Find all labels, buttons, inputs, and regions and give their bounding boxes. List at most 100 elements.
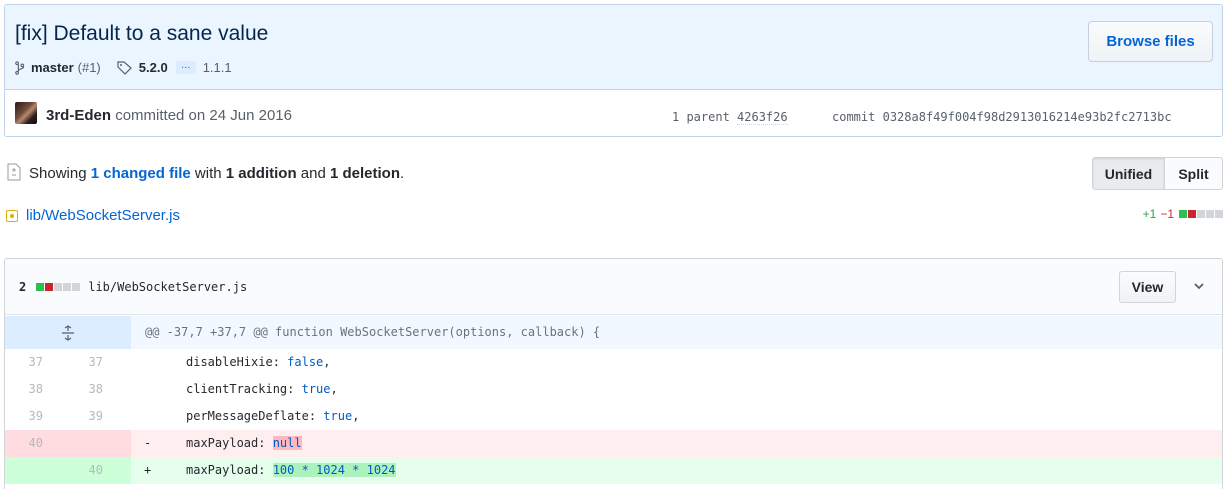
unified-view-button[interactable]: Unified xyxy=(1092,157,1165,190)
expand-icon xyxy=(62,324,74,341)
old-line-number[interactable]: 40 xyxy=(5,430,47,457)
split-view-button[interactable]: Split xyxy=(1165,157,1223,190)
parent-info: 1 parent 4263f26 xyxy=(672,110,788,125)
branch-icon xyxy=(15,60,25,75)
diff-sign: - xyxy=(144,436,152,450)
author-name[interactable]: 3rd-Eden xyxy=(46,107,111,124)
parent-sha-link[interactable]: 4263f26 xyxy=(737,110,788,125)
view-file-button[interactable]: View xyxy=(1119,271,1176,303)
line-numbers: 40 xyxy=(5,430,131,457)
new-line-number[interactable]: 39 xyxy=(47,403,107,430)
old-line-number[interactable]: 38 xyxy=(5,376,47,403)
diffstat-block-neutral xyxy=(1206,210,1214,218)
summary-and: and xyxy=(300,165,326,182)
expand-lines-button[interactable] xyxy=(5,316,131,349)
new-line-number[interactable]: 40 xyxy=(47,457,107,484)
code-value: null xyxy=(272,436,302,450)
deleted-line: 40 - maxPayload: null xyxy=(5,430,1222,457)
code-line: maxPayload: 100 * 1024 * 1024 xyxy=(169,457,1222,484)
commit-date: committed on 24 Jun 2016 xyxy=(115,107,292,124)
commit-label: commit xyxy=(832,110,876,124)
diffstat-block-neutral xyxy=(54,283,63,291)
code-key: maxPayload: xyxy=(186,436,273,450)
code-punctuation: , xyxy=(323,355,331,369)
additions-count: 1 addition xyxy=(225,165,297,182)
diff-sign xyxy=(131,376,169,403)
code-key: maxPayload: xyxy=(186,463,273,477)
diffstat-block-neutral xyxy=(63,283,72,291)
code-punctuation: , xyxy=(352,409,360,423)
file-toc-item: lib/WebSocketServer.js +1 −1 xyxy=(4,205,1223,227)
code-value: false xyxy=(287,355,324,369)
new-line-number[interactable]: 38 xyxy=(47,376,107,403)
line-numbers: 39 39 xyxy=(5,403,131,430)
diff-sign: + xyxy=(144,463,152,477)
diffstat-block-deleted xyxy=(1188,210,1196,218)
branch-name[interactable]: master xyxy=(31,60,74,75)
diffstat-blocks xyxy=(1178,210,1223,218)
diff-view-toggle: Unified Split xyxy=(1092,157,1223,190)
diff-sign xyxy=(131,403,169,430)
code-line: maxPayload: null xyxy=(169,430,1222,457)
diffstat-block-added xyxy=(36,283,45,291)
old-line-number[interactable]: 39 xyxy=(5,403,47,430)
toc-diffstat: +1 −1 xyxy=(1143,207,1223,221)
added-line: 40 + maxPayload: 100 * 1024 * 1024 xyxy=(5,457,1222,484)
context-line: 38 38 clientTracking: true, xyxy=(5,376,1222,403)
line-numbers: 40 xyxy=(5,457,131,484)
file-path[interactable]: lib/WebSocketServer.js xyxy=(88,280,247,294)
tag-latest[interactable]: 5.2.0 xyxy=(139,60,168,75)
pull-request-link[interactable]: (#1) xyxy=(78,60,101,75)
avatar[interactable] xyxy=(15,102,37,124)
code-key: perMessageDeflate: xyxy=(186,409,324,423)
parent-label: 1 parent xyxy=(672,110,730,124)
file-header: 2 lib/WebSocketServer.js View xyxy=(5,259,1222,315)
new-line-number[interactable]: 37 xyxy=(47,349,107,376)
commit-sha: commit 0328a8f49f004f98d2913016214e93b2f… xyxy=(832,110,1172,124)
diff-summary: Showing 1 changed file with 1 addition a… xyxy=(29,165,404,182)
changed-files-link[interactable]: 1 changed file xyxy=(91,165,191,182)
hunk-header: @@ -37,7 +37,7 @@ function WebSocketServ… xyxy=(145,325,601,339)
diff-sign xyxy=(131,349,169,376)
commit-header: [fix] Default to a sane value master (#1… xyxy=(4,4,1223,137)
file-diff-icon xyxy=(7,163,21,181)
tag-oldest[interactable]: 1.1.1 xyxy=(203,60,232,75)
diffstat-block-neutral xyxy=(1215,210,1223,218)
context-line: 39 39 perMessageDeflate: true, xyxy=(5,403,1222,430)
diffstat-block-deleted xyxy=(45,283,54,291)
expand-tags-button[interactable]: … xyxy=(175,61,196,74)
deletions-count: 1 deletion xyxy=(330,165,401,182)
tag-icon xyxy=(117,60,132,75)
summary-with: with xyxy=(194,165,222,182)
line-numbers: 38 38 xyxy=(5,376,131,403)
toc-file-link[interactable]: lib/WebSocketServer.js xyxy=(26,207,180,224)
code-key: clientTracking: xyxy=(186,382,302,396)
file-header-info: 2 lib/WebSocketServer.js xyxy=(19,280,247,294)
branch-info: master (#1) 5.2.0 … 1.1.1 xyxy=(15,60,232,75)
toc-additions: +1 xyxy=(1142,207,1157,221)
commit-sha-value: 0328a8f49f004f98d2913016214e93b2fc2713bc xyxy=(882,110,1172,124)
code-value: 100 * 1024 * 1024 xyxy=(272,463,396,477)
code-line: clientTracking: true, xyxy=(169,376,1222,403)
new-line-number[interactable] xyxy=(47,430,107,457)
diffstat-block-neutral xyxy=(1197,210,1205,218)
diff-table: @@ -37,7 +37,7 @@ function WebSocketServ… xyxy=(5,316,1222,484)
chevron-down-icon[interactable] xyxy=(1193,281,1205,291)
summary-period: . xyxy=(400,165,405,182)
old-line-number[interactable]: 37 xyxy=(5,349,47,376)
diffstat-block-added xyxy=(1179,210,1187,218)
code-line: perMessageDeflate: true, xyxy=(169,403,1222,430)
browse-files-button[interactable]: Browse files xyxy=(1088,21,1213,62)
diff-lines: 37 37 disableHixie: false, 38 38 clientTracki… xyxy=(5,349,1222,484)
commit-summary-panel: [fix] Default to a sane value master (#1… xyxy=(5,5,1222,90)
file-modified-icon xyxy=(6,210,18,222)
code-value: true xyxy=(301,382,331,396)
file-diffstat-blocks xyxy=(35,283,81,291)
code-line: disableHixie: false, xyxy=(169,349,1222,376)
toc-deletions: −1 xyxy=(1160,207,1174,221)
file-diff: 2 lib/WebSocketServer.js View @@ -37,7 +… xyxy=(4,258,1223,489)
code-punctuation: , xyxy=(330,382,338,396)
summary-showing: Showing xyxy=(29,165,87,182)
commit-title: [fix] Default to a sane value xyxy=(15,22,269,45)
old-line-number[interactable] xyxy=(5,457,47,484)
